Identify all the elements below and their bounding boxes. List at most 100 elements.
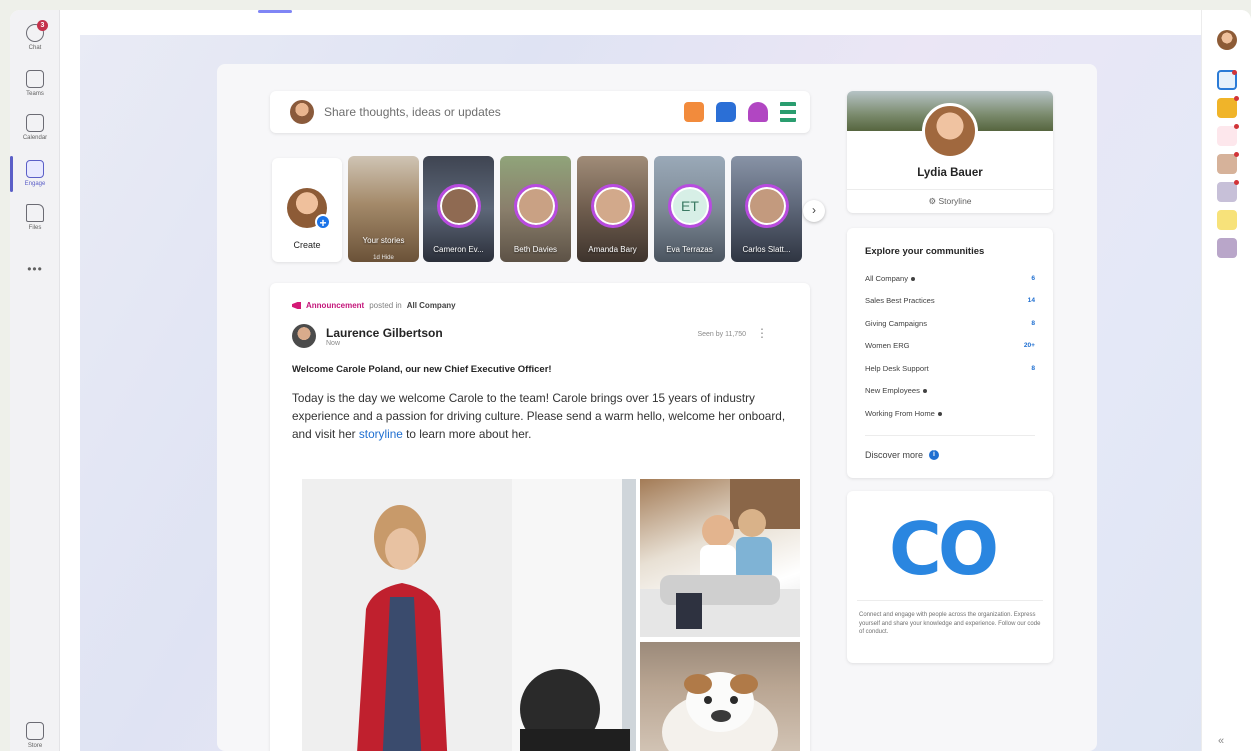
rail-teams[interactable]: Teams [10,70,60,112]
seen-by-count[interactable]: Seen by 11,750 [697,331,746,338]
avatar: + [287,188,331,230]
community-name: Help Desk Support [865,363,929,373]
community-count: 20+ [1023,342,1035,350]
collapse-icon[interactable]: « [1218,735,1224,747]
company-logo: CO [889,507,999,591]
copilot-icon[interactable] [1217,70,1237,90]
story-card[interactable]: ET Eva Terrazas [654,156,725,262]
community-item[interactable]: All Company 6 [865,267,1035,290]
profile-name[interactable]: Lydia Bauer [847,167,1053,179]
create-story-button[interactable]: + Create [272,158,342,262]
discover-label: Discover more [865,449,924,460]
post-body: Today is the day we welcome Carole to th… [292,389,792,443]
rail-calendar[interactable]: Calendar [10,114,60,156]
storyline-link[interactable]: storyline [359,427,403,441]
tab-indicator [258,10,292,13]
unread-dot [937,411,942,416]
community-item[interactable]: Women ERG 20+ [865,335,1035,358]
rail-label: Calendar [22,135,48,141]
rail-label: Store [27,743,43,749]
stories-next-button[interactable]: › [803,200,825,222]
story-name: Eva Terrazas [666,245,713,254]
plus-icon: + [315,214,331,230]
story-card[interactable]: Cameron Ev... [423,156,494,262]
story-card[interactable]: Amanda Bary [577,156,648,262]
share-input[interactable]: Share thoughts, ideas or updates [324,105,684,119]
post-time: Now [326,339,341,347]
avatar [290,100,314,124]
app-rail: 3 Chat Teams Calendar Engage Files ••• S… [10,10,60,751]
photo-presenter[interactable] [302,479,636,751]
sticky-note-icon[interactable] [1217,210,1237,230]
post-header: Laurence Gilbertson Now Seen by 11,750 ⋮ [292,324,788,348]
author-name[interactable]: Laurence Gilbertson [326,326,443,340]
storyline-icon: ⚙ [928,196,937,206]
post-photos [292,479,800,751]
story-name: Carlos Slatt... [742,245,791,254]
communities-card: Explore your communities All Company 6 S… [847,228,1053,478]
rail-engage[interactable]: Engage [10,160,60,202]
photo-dog[interactable] [640,642,800,751]
story-name: Amanda Bary [588,245,637,254]
photo-family[interactable] [640,479,800,637]
story-card[interactable]: Beth Davies [500,156,571,262]
post-context: Announcement posted in All Company [292,301,788,310]
file-icon [26,204,44,222]
community-item[interactable]: New Employees [865,380,1035,403]
article-icon[interactable] [780,102,796,122]
award-icon[interactable] [748,102,768,122]
person-icon[interactable] [1217,152,1239,174]
info-icon: i [929,449,940,460]
yammer-icon[interactable] [1217,124,1239,146]
avatar[interactable] [1217,30,1237,50]
dog-illustration [662,672,778,751]
rail-label: Teams [26,91,44,97]
presenter-illustration [302,479,636,751]
announcement-post: Announcement posted in All Company Laure… [270,283,810,751]
community-item[interactable]: Giving Campaigns 8 [865,312,1035,335]
community-count: 6 [1031,274,1035,282]
storyline-button[interactable]: ⚙ Storyline [847,189,1053,213]
image-app-icon[interactable] [1217,96,1239,118]
rail-files[interactable]: Files [10,204,60,246]
community-item[interactable]: Working From Home [865,402,1035,425]
share-bar[interactable]: Share thoughts, ideas or updates [270,91,810,133]
community-name: Sales Best Practices [865,296,935,306]
community-count: 8 [1031,319,1035,327]
story-name: Cameron Ev... [433,245,484,254]
communities-title: Explore your communities [865,246,985,257]
divider [857,600,1043,601]
rail-store[interactable]: Store [10,722,60,751]
author-meta: Laurence Gilbertson Now [326,326,443,347]
group-icon[interactable] [1217,238,1237,258]
avatar[interactable] [922,103,978,159]
community-name: New Employees [865,386,920,396]
community-item[interactable]: Sales Best Practices 14 [865,290,1035,313]
more-apps-button[interactable]: ••• [10,262,60,276]
app-bar-right: « [1201,10,1251,751]
avatar [437,184,481,228]
community-item[interactable]: Help Desk Support 8 [865,357,1035,380]
discover-more-link[interactable]: Discover more i [865,449,1035,460]
story-card[interactable]: Carlos Slatt... [731,156,802,262]
rail-chat[interactable]: 3 Chat [10,20,60,66]
rail-label: Engage [24,181,46,187]
announcement-tag: Announcement [306,301,365,310]
story-card[interactable]: Your stories 1d Hide [348,156,419,262]
story-name: Your stories [362,236,405,245]
people-icon[interactable] [1217,180,1239,202]
avatar [591,184,635,228]
teams-icon [26,70,44,88]
question-icon[interactable] [716,102,736,122]
avatar[interactable] [292,324,316,348]
post-headline: Welcome Carole Poland, our new Chief Exe… [292,364,552,375]
more-options-button[interactable]: ⋮ [756,326,768,340]
chat-icon: 3 [26,20,48,42]
storyline-label: Storyline [938,196,972,206]
community-link[interactable]: All Company [407,301,456,310]
unread-dot [911,276,916,281]
community-name: Giving Campaigns [865,318,928,328]
praise-icon[interactable] [684,102,704,122]
community-name: All Company [865,273,909,283]
avatar: ET [668,184,712,228]
